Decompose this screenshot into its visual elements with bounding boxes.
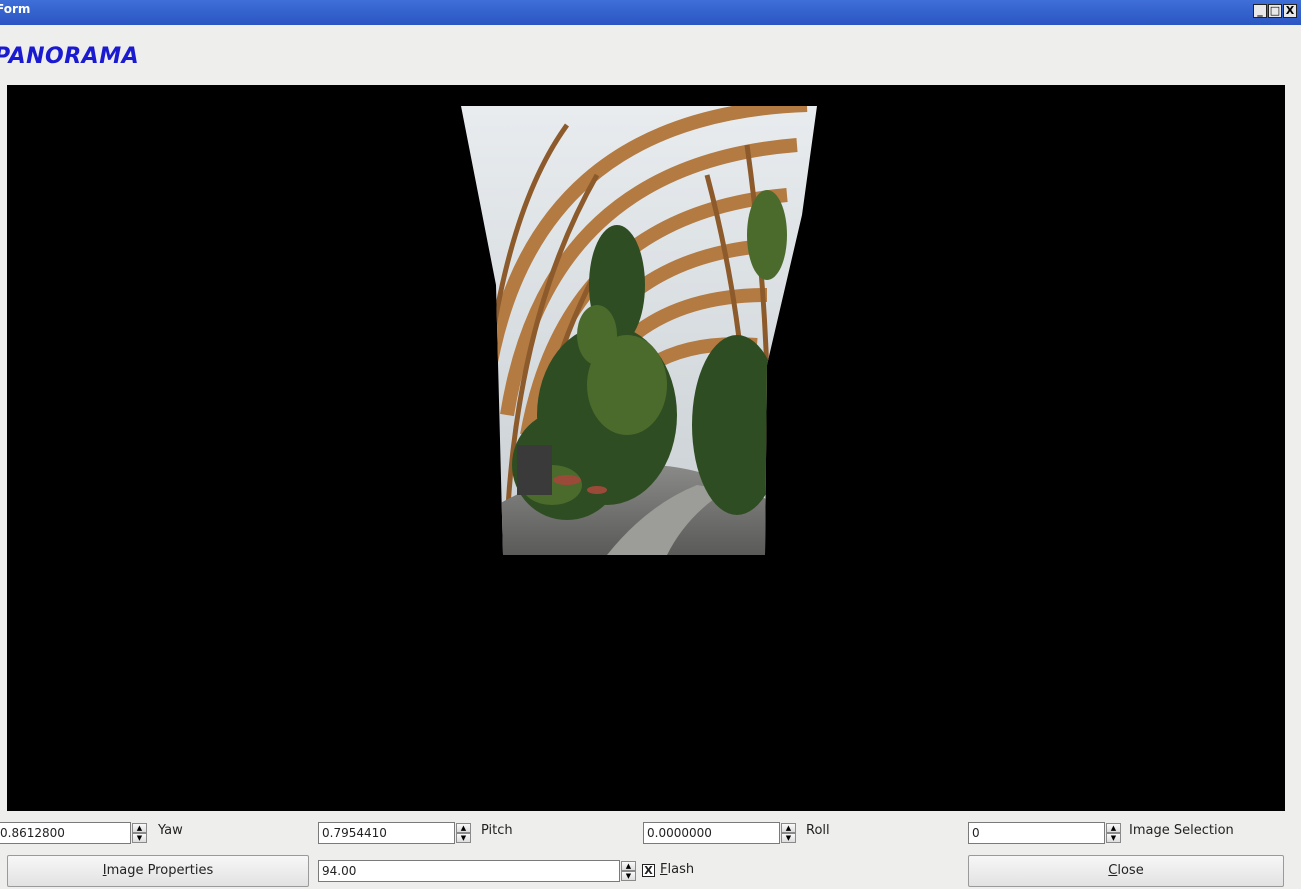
window-titlebar[interactable]: Form _ □ X	[0, 0, 1301, 25]
spin-up-icon[interactable]: ▲	[621, 861, 636, 871]
spin-up-icon[interactable]: ▲	[781, 823, 796, 833]
spin-up-icon[interactable]: ▲	[1106, 823, 1121, 833]
roll-spinbox[interactable]: 0.0000000 ▲ ▼	[643, 821, 796, 845]
flash-checkbox[interactable]: X	[642, 864, 655, 877]
pitch-label: Pitch	[481, 823, 513, 838]
image-selection-spinbox[interactable]: 0 ▲ ▼	[968, 821, 1121, 845]
window-title: Form	[0, 2, 31, 16]
roll-stepper[interactable]: ▲ ▼	[781, 823, 796, 843]
image-selection-input[interactable]: 0	[968, 822, 1105, 844]
field-of-view-input[interactable]: 94.00	[318, 860, 620, 882]
spin-up-icon[interactable]: ▲	[132, 823, 147, 833]
close-label: lose	[1117, 863, 1144, 878]
pitch-stepper[interactable]: ▲ ▼	[456, 823, 471, 843]
roll-input[interactable]: 0.0000000	[643, 822, 780, 844]
roll-label: Roll	[806, 823, 830, 838]
pitch-input[interactable]: 0.7954410	[318, 822, 455, 844]
spin-down-icon[interactable]: ▼	[456, 833, 471, 843]
minimize-icon[interactable]: _	[1253, 4, 1267, 18]
image-selection-stepper[interactable]: ▲ ▼	[1106, 823, 1121, 843]
yaw-label: Yaw	[158, 823, 183, 838]
restore-icon[interactable]: □	[1268, 4, 1282, 18]
yaw-spinbox[interactable]: 0.8612800 ▲ ▼	[0, 821, 147, 845]
window-controls: _ □ X	[1253, 4, 1297, 18]
yaw-input[interactable]: 0.8612800	[0, 822, 131, 844]
flash-label-text: lash	[667, 862, 695, 877]
panorama-viewport[interactable]	[7, 85, 1285, 811]
image-selection-label: Image Selection	[1129, 823, 1234, 838]
spin-down-icon[interactable]: ▼	[781, 833, 796, 843]
spin-up-icon[interactable]: ▲	[456, 823, 471, 833]
panorama-preview-image	[461, 106, 817, 555]
close-window-icon[interactable]: X	[1283, 4, 1297, 18]
close-mnemonic: C	[1108, 863, 1118, 878]
field-of-view-spinbox[interactable]: 94.00 ▲ ▼	[318, 859, 636, 883]
yaw-stepper[interactable]: ▲ ▼	[132, 823, 147, 843]
spin-down-icon[interactable]: ▼	[1106, 833, 1121, 843]
field-of-view-stepper[interactable]: ▲ ▼	[621, 861, 636, 881]
image-properties-label: mage Properties	[106, 863, 214, 878]
spin-down-icon[interactable]: ▼	[132, 833, 147, 843]
spin-down-icon[interactable]: ▼	[621, 871, 636, 881]
image-properties-button[interactable]: Image Properties	[7, 855, 309, 887]
app-title: PANORAMA	[0, 44, 140, 69]
close-button[interactable]: Close	[968, 855, 1284, 887]
flash-label[interactable]: Flash	[660, 862, 694, 877]
pitch-spinbox[interactable]: 0.7954410 ▲ ▼	[318, 821, 471, 845]
